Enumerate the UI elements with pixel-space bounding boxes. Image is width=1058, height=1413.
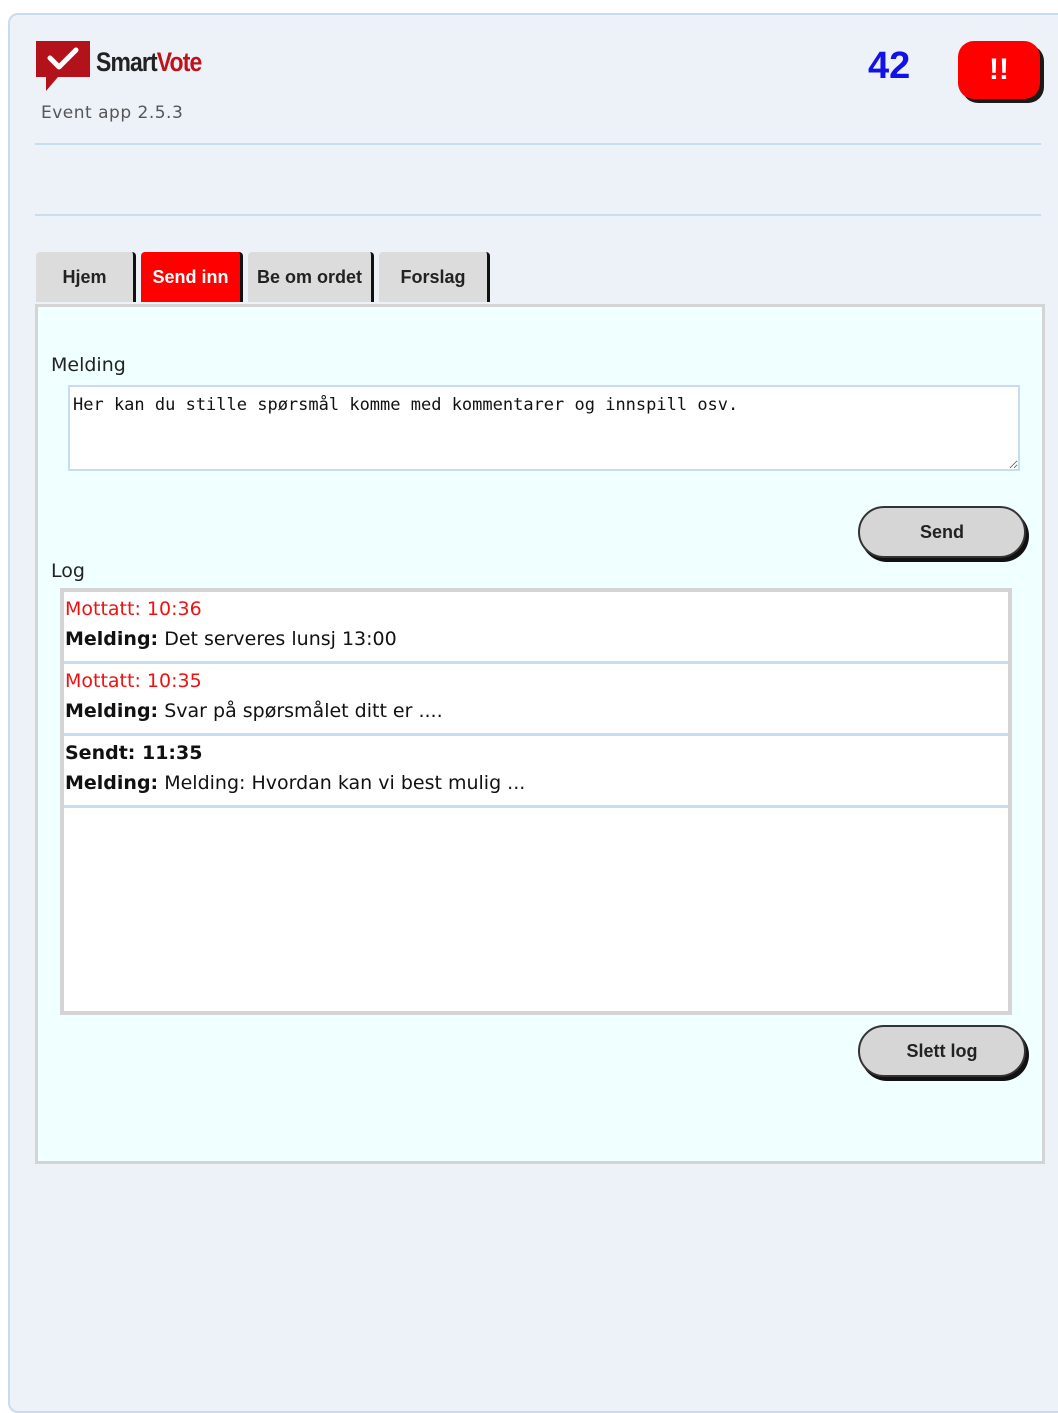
section-divider bbox=[35, 214, 1041, 216]
log-entry: Sendt: 11:35 Melding: Melding: Hvordan k… bbox=[64, 736, 1008, 808]
log-entry-message: Melding: Det serveres lunsj 13:00 bbox=[65, 624, 1008, 654]
alert-button[interactable]: !! bbox=[958, 41, 1040, 99]
message-label: Melding bbox=[51, 354, 126, 376]
log-entry-text: Melding: Hvordan kan vi best mulig ... bbox=[164, 772, 526, 794]
send-inn-panel: Melding Her kan du stille spørsmål komme… bbox=[35, 304, 1045, 1164]
log-entry-text: Det serveres lunsj 13:00 bbox=[164, 628, 397, 650]
message-input[interactable]: Her kan du stille spørsmål komme med kom… bbox=[68, 385, 1020, 471]
brand-name: SmartVote bbox=[96, 47, 202, 78]
log-entry: Mottatt: 10:35 Melding: Svar på spørsmål… bbox=[64, 664, 1008, 736]
log-entry-time: Mottatt: 10:35 bbox=[65, 670, 202, 692]
counter-value: 42 bbox=[868, 45, 911, 87]
app-window: SmartVote Event app 2.5.3 42 !! Hjem Sen… bbox=[8, 13, 1058, 1413]
log-entry-time: Sendt: 11:35 bbox=[65, 742, 203, 764]
clear-log-button[interactable]: Slett log bbox=[858, 1025, 1026, 1077]
log-entry-message: Melding: Melding: Hvordan kan vi best mu… bbox=[65, 768, 1008, 798]
tab-be-om-ordet[interactable]: Be om ordet bbox=[248, 252, 374, 302]
log-entry: Mottatt: 10:36 Melding: Det serveres lun… bbox=[64, 592, 1008, 664]
send-button[interactable]: Send bbox=[858, 506, 1026, 558]
tab-send-inn[interactable]: Send inn bbox=[141, 252, 243, 302]
smartvote-logo-icon bbox=[36, 41, 90, 91]
brand-vote: Vote bbox=[156, 47, 202, 77]
log-entry-key: Melding: bbox=[65, 700, 159, 722]
app-version: Event app 2.5.3 bbox=[41, 103, 184, 123]
tab-forslag[interactable]: Forslag bbox=[379, 252, 490, 302]
log-entry-time: Mottatt: 10:36 bbox=[65, 598, 202, 620]
log-entry-key: Melding: bbox=[65, 772, 159, 794]
log-label: Log bbox=[51, 560, 85, 582]
brand-smart: Smart bbox=[96, 47, 158, 77]
tab-hjem[interactable]: Hjem bbox=[36, 252, 136, 302]
log-entry-key: Melding: bbox=[65, 628, 159, 650]
header-divider bbox=[35, 143, 1041, 145]
log-entry-text: Svar på spørsmålet ditt er .... bbox=[164, 700, 443, 722]
log-list: Mottatt: 10:36 Melding: Det serveres lun… bbox=[60, 588, 1012, 1015]
log-entry-message: Melding: Svar på spørsmålet ditt er .... bbox=[65, 696, 1008, 726]
